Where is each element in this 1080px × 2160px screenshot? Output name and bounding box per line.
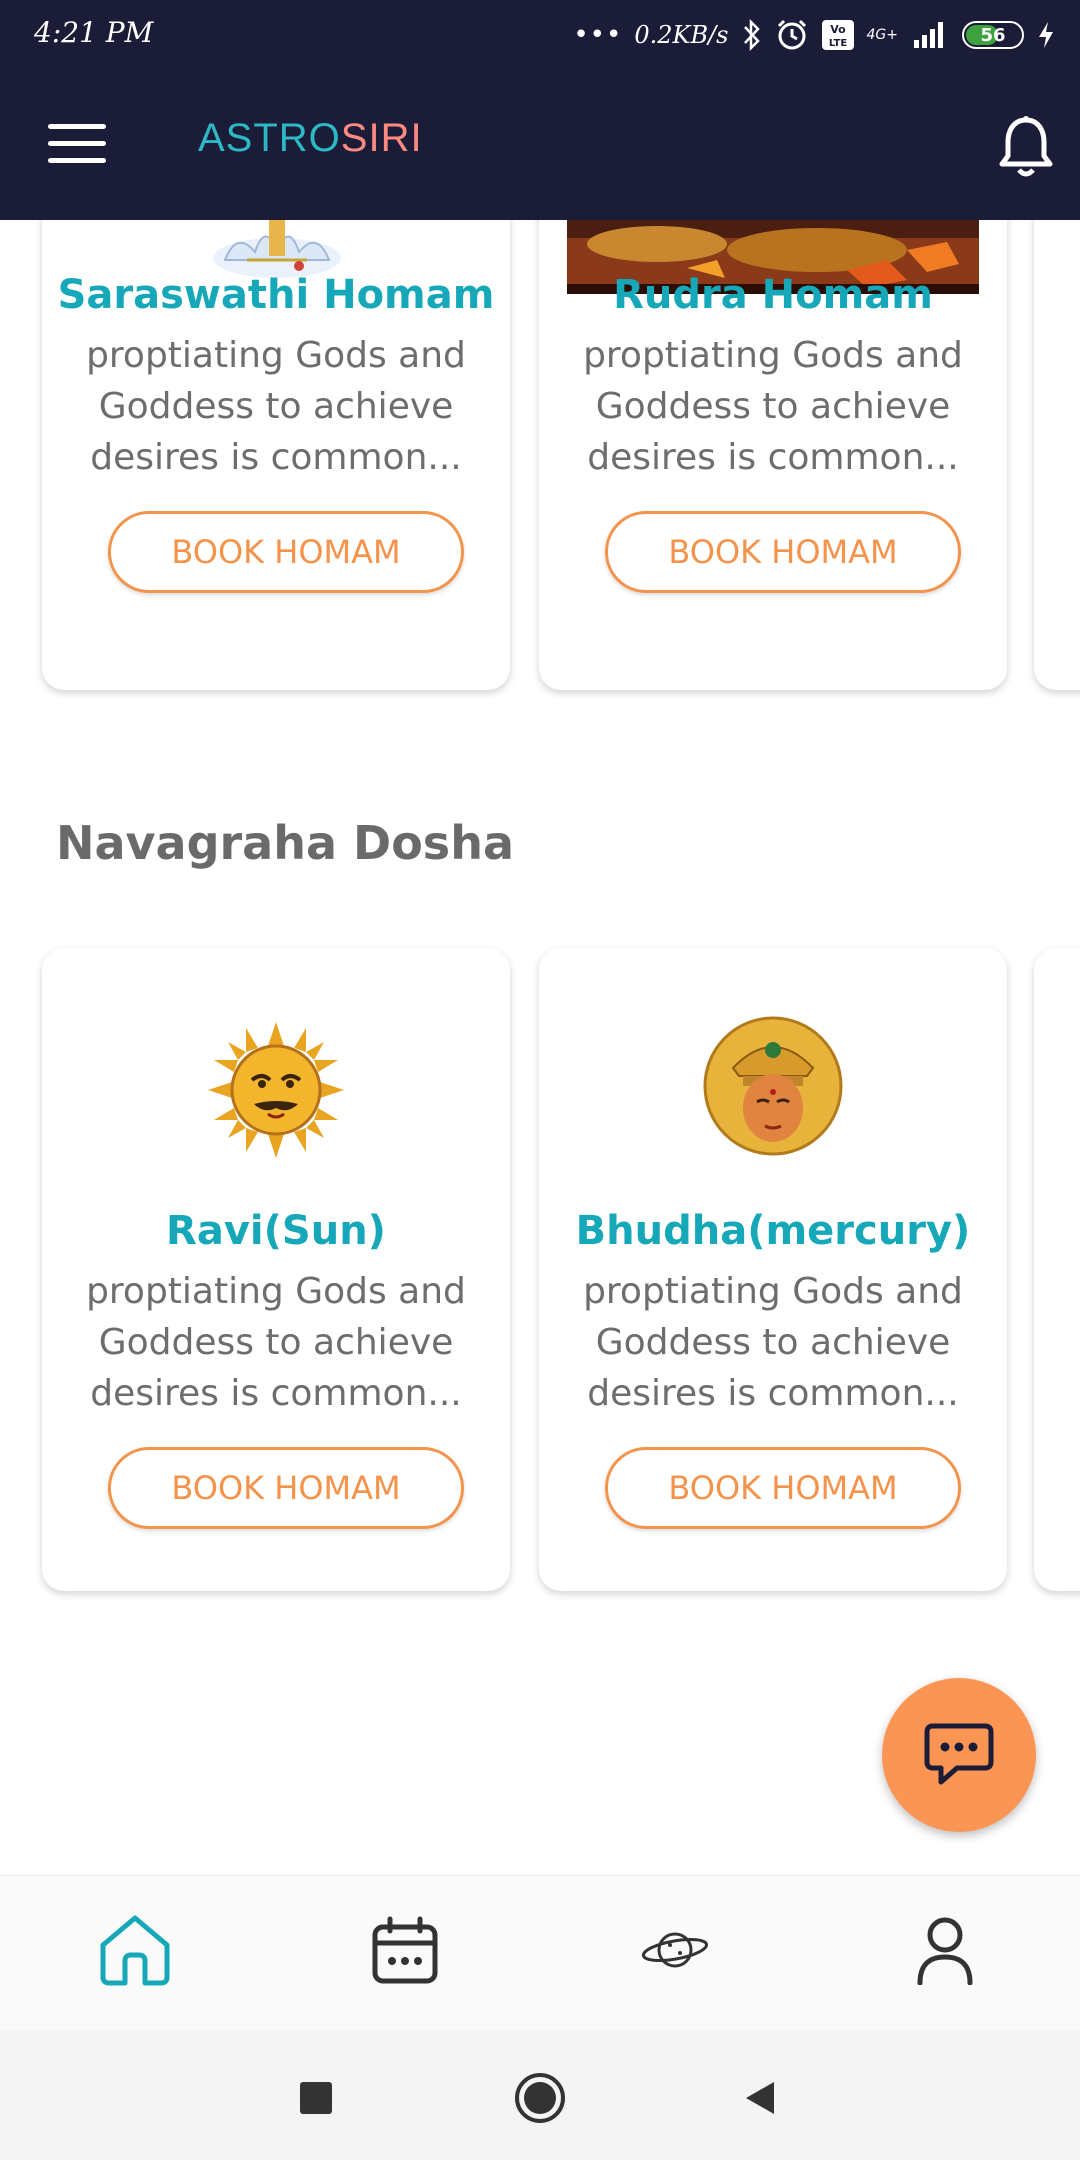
- chat-bubble-icon: [924, 1723, 994, 1785]
- system-navigation-bar: [0, 2030, 1080, 2160]
- card-description: proptiating Gods and Goddess to achieve …: [583, 335, 963, 478]
- status-bar: 4:21 PM ••• 0.2KB/s Vo LTE 4G+ 56: [0, 0, 1080, 72]
- card-description: proptiating Gods and Goddess to achieve …: [583, 1271, 963, 1414]
- nav-calendar[interactable]: [355, 1900, 455, 2000]
- signal-dots-icon: •••: [573, 20, 623, 50]
- card-description: proptiating Gods and Goddess to achieve …: [86, 1271, 466, 1414]
- svg-text:Vo: Vo: [830, 23, 846, 36]
- card-title: Saraswathi Homam: [57, 272, 495, 318]
- app-title-part2: SIRI: [340, 116, 423, 160]
- homam-card[interactable]: Saraswathi Homam proptiating Gods and Go…: [42, 220, 510, 690]
- bluetooth-icon: [743, 19, 760, 51]
- navagraha-card[interactable]: Ravi(Sun) proptiating Gods and Goddess t…: [42, 948, 510, 1591]
- battery-indicator: 56: [962, 21, 1024, 49]
- planet-icon: [641, 1932, 709, 1968]
- chat-button[interactable]: [882, 1678, 1036, 1832]
- section-title: Navagraha Dosha: [56, 816, 514, 870]
- navagraha-card[interactable]: Bhudha(mercury) proptiating Gods and God…: [539, 948, 1007, 1591]
- calendar-icon: [372, 1916, 438, 1984]
- volte-icon: Vo LTE: [821, 20, 854, 50]
- mercury-image: [703, 1016, 843, 1156]
- book-homam-button[interactable]: BOOK HOMAM: [605, 511, 961, 593]
- book-homam-button[interactable]: BOOK HOMAM: [108, 511, 464, 593]
- triangle-back-icon: [746, 2082, 774, 2114]
- card-title: Rudra Homam: [613, 272, 933, 318]
- nav-planet[interactable]: [625, 1900, 725, 2000]
- hamburger-menu-icon: [48, 124, 106, 129]
- bell-icon: [999, 116, 1053, 177]
- home-system-button[interactable]: [510, 2068, 570, 2128]
- app-header: ASTROSIRI: [0, 72, 1080, 220]
- alarm-icon: [777, 19, 806, 50]
- book-homam-button[interactable]: BOOK HOMAM: [605, 1447, 961, 1529]
- menu-button[interactable]: [48, 124, 106, 164]
- status-icons: ••• 0.2KB/s Vo LTE 4G+ 56: [573, 12, 1056, 58]
- recents-button[interactable]: [286, 2068, 346, 2128]
- network-speed: 0.2KB/s: [634, 21, 729, 49]
- navagraha-card-peek[interactable]: [1034, 948, 1080, 1591]
- back-button[interactable]: [730, 2068, 790, 2128]
- charging-icon: [1039, 22, 1053, 48]
- homam-card-peek[interactable]: [1034, 220, 1080, 690]
- status-time: 4:21 PM: [34, 16, 154, 49]
- nav-home[interactable]: [85, 1900, 185, 2000]
- circle-home-icon: [515, 2073, 565, 2123]
- homam-card[interactable]: Rudra Homam proptiating Gods and Goddess…: [539, 220, 1007, 690]
- svg-text:LTE: LTE: [828, 38, 847, 49]
- nav-profile[interactable]: [895, 1900, 995, 2000]
- homam-list[interactable]: Saraswathi Homam proptiating Gods and Go…: [0, 220, 1080, 1875]
- bottom-navigation: [0, 1875, 1080, 2031]
- home-icon: [100, 1915, 170, 1986]
- app-title-part1: ASTRO: [198, 116, 341, 160]
- card-title: Bhudha(mercury): [575, 1208, 971, 1254]
- app-title: ASTROSIRI: [198, 116, 423, 161]
- card-title: Ravi(Sun): [166, 1208, 386, 1254]
- network-type: 4G+: [866, 27, 899, 43]
- sun-image: [208, 1022, 344, 1158]
- signal-icon: [914, 22, 943, 48]
- card-description: proptiating Gods and Goddess to achieve …: [86, 335, 466, 478]
- battery-level: 56: [980, 24, 1006, 46]
- book-homam-button[interactable]: BOOK HOMAM: [108, 1447, 464, 1529]
- notification-button[interactable]: [996, 114, 1056, 178]
- profile-icon: [917, 1917, 973, 1985]
- square-recents-icon: [300, 2082, 332, 2114]
